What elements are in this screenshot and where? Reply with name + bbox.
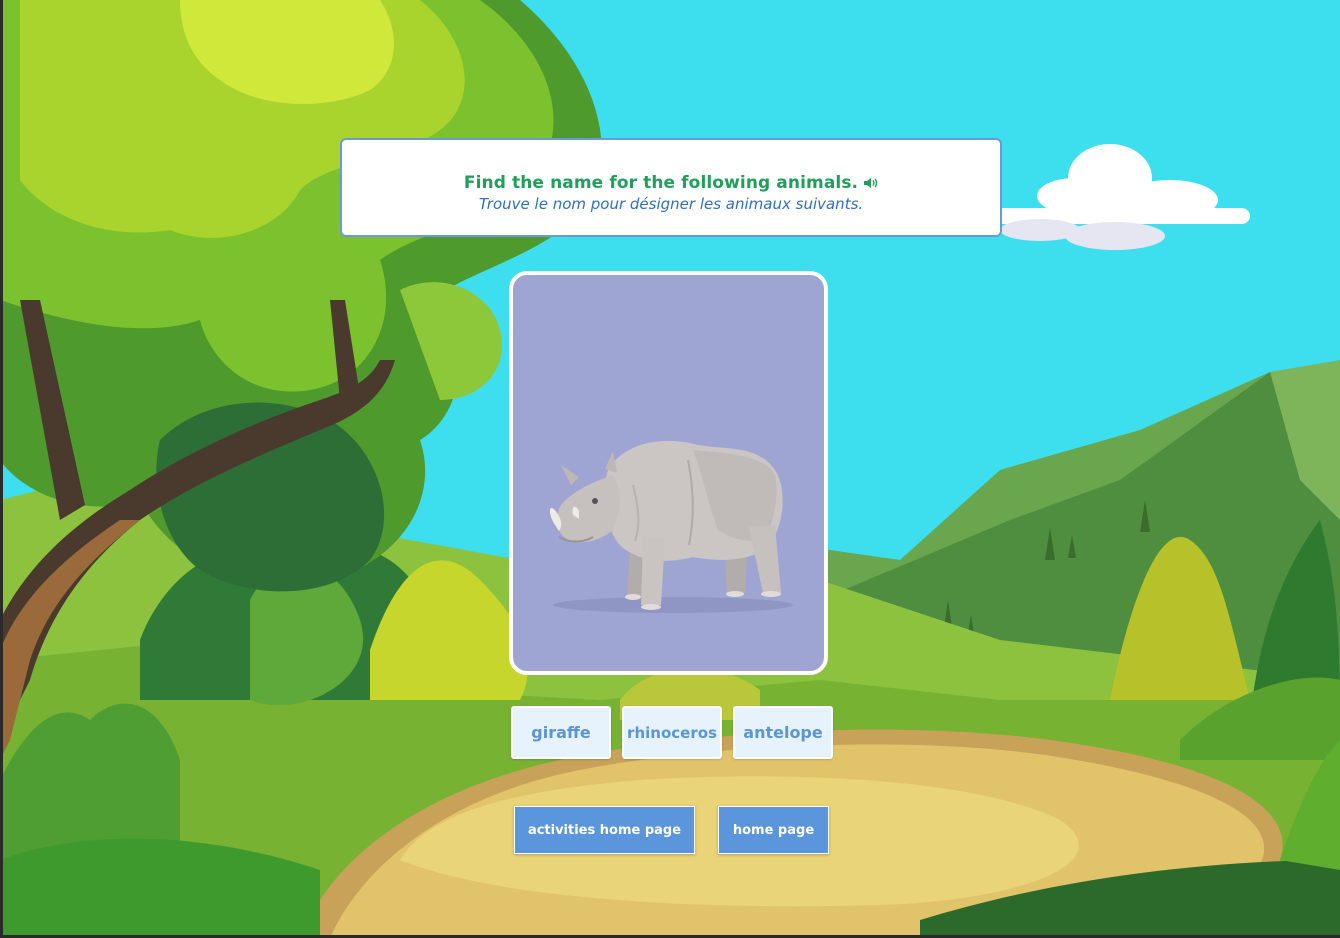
instruction-box: Find the name for the following animals.…: [340, 138, 1002, 237]
speaker-icon[interactable]: [864, 174, 878, 194]
instruction-english-text: Find the name for the following animals.: [463, 173, 859, 193]
animal-card: [509, 271, 828, 675]
instruction-english: Find the name for the following animals.: [342, 173, 1000, 194]
activities-home-button[interactable]: activities home page: [514, 806, 695, 854]
choice-giraffe[interactable]: giraffe: [511, 706, 611, 759]
rhinoceros-illustration: [549, 440, 793, 613]
home-button[interactable]: home page: [718, 806, 829, 854]
instruction-french: Trouve le nom pour désigner les animaux …: [478, 195, 864, 213]
window-edge-left: [0, 0, 3, 938]
choice-rhinoceros[interactable]: rhinoceros: [622, 706, 722, 759]
choice-antelope[interactable]: antelope: [733, 706, 833, 759]
